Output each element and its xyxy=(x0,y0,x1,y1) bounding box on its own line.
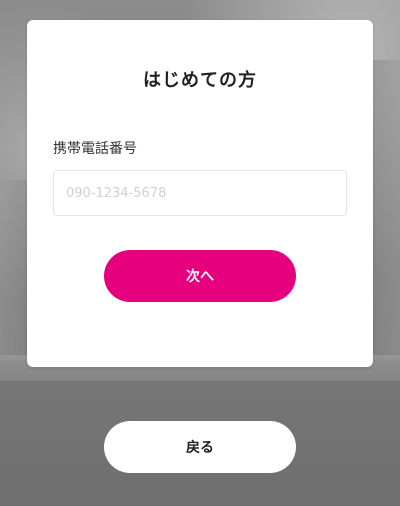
background-shelf xyxy=(0,180,28,360)
next-button[interactable]: 次へ xyxy=(104,250,296,302)
phone-label: 携帯電話番号 xyxy=(53,141,137,157)
signup-dialog: はじめての方 携帯電話番号 次へ xyxy=(27,20,373,367)
dialog-title: はじめての方 xyxy=(143,70,257,91)
phone-input[interactable] xyxy=(53,170,347,216)
background-pillar xyxy=(372,60,400,360)
back-button[interactable]: 戻る xyxy=(104,421,296,473)
